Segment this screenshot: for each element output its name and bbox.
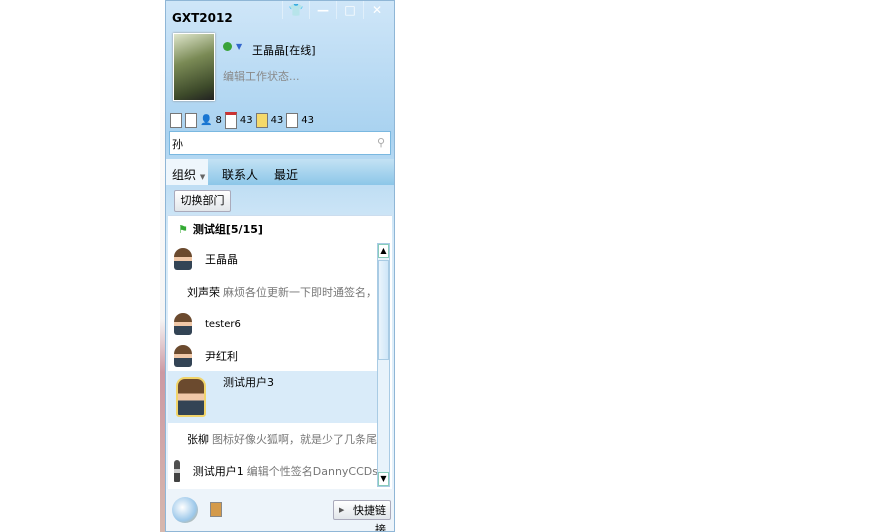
tab-bar: 组织 ▼ 联系人 最近 [166, 159, 394, 185]
document-icon[interactable] [286, 113, 299, 128]
status-selector[interactable]: ▼ [223, 42, 242, 51]
skin-icon[interactable]: 👕 [282, 1, 309, 19]
play-icon: ▶ [339, 506, 345, 514]
contact-row[interactable]: 张柳 图标好像火狐啊，就是少了几条尾巴 [168, 423, 378, 455]
scroll-up-button[interactable]: ▲ [378, 244, 389, 258]
avatar-icon [174, 460, 180, 482]
window-controls: 👕 — □ ✕ [282, 1, 390, 19]
signature-input[interactable]: 编辑工作状态... [223, 68, 300, 84]
group-header[interactable]: ⚑ 测试组[5/15] [178, 221, 263, 237]
contact-row-selected[interactable]: 测试用户3 [168, 371, 378, 423]
contacts-count: 8 [215, 115, 222, 126]
contact-row[interactable]: 刘声荣 麻烦各位更新一下即时通签名，旧 [168, 276, 378, 308]
scroll-down-button[interactable]: ▼ [378, 472, 389, 486]
flag-icon: ⚑ [178, 222, 188, 236]
calendar-count: 43 [239, 115, 253, 126]
tab-organization[interactable]: 组织 ▼ [166, 159, 208, 185]
maximize-button[interactable]: □ [336, 1, 363, 19]
search-input[interactable]: 孙 ⚲ [169, 131, 391, 155]
globe-icon[interactable] [172, 497, 198, 523]
tab-contacts[interactable]: 联系人 [222, 166, 258, 183]
online-status-icon [223, 42, 232, 51]
avatar-icon [174, 345, 192, 367]
contact-row[interactable]: 王晶晶 [168, 243, 378, 275]
scrollbar[interactable]: ▲ ▼ [377, 243, 390, 487]
contact-row[interactable]: tester6 [168, 308, 378, 340]
search-icon[interactable]: ⚲ [377, 136, 385, 149]
scroll-thumb[interactable] [378, 260, 389, 360]
window-title: GXT2012 [172, 11, 233, 25]
quick-link-button[interactable]: ▶ 快捷链接 [333, 500, 391, 531]
calendar-icon[interactable] [224, 112, 237, 129]
clipboard-icon[interactable] [210, 502, 222, 517]
toolbar: 👤 8 43 43 43 [170, 112, 314, 129]
minimize-button[interactable]: — [309, 1, 336, 19]
task-icon[interactable] [170, 113, 182, 128]
user-avatar[interactable] [173, 33, 215, 101]
note-icon[interactable] [255, 113, 268, 128]
avatar-icon [174, 313, 192, 335]
contact-row[interactable]: 测试用户1 编辑个性签名DannyCCDs [168, 455, 378, 487]
close-button[interactable]: ✕ [363, 1, 390, 19]
avatar-icon [174, 248, 192, 270]
avatar-icon [176, 377, 206, 417]
document-count: 43 [301, 115, 315, 126]
contact-row[interactable]: 尹红利 [168, 340, 378, 372]
contacts-icon[interactable]: 👤 [200, 115, 212, 126]
tab-recent[interactable]: 最近 [274, 166, 298, 183]
bottom-bar: ▶ 快捷链接 [166, 489, 394, 531]
chevron-down-icon: ▼ [236, 42, 243, 51]
clipboard-icon[interactable] [185, 113, 197, 128]
user-name: 王晶晶[在线] [252, 44, 316, 57]
note-count: 43 [270, 115, 284, 126]
switch-department-button[interactable]: 切换部门 [174, 190, 231, 212]
search-value: 孙 [172, 138, 183, 151]
contact-list: ⚑ 测试组[5/15] 王晶晶 刘声荣 麻烦各位更新一下即时通签名，旧 tester… [168, 215, 392, 490]
im-window: GXT2012 👕 — □ ✕ ▼ 王晶晶[在线] 编辑工作状态... 👤 8 4… [165, 0, 395, 532]
